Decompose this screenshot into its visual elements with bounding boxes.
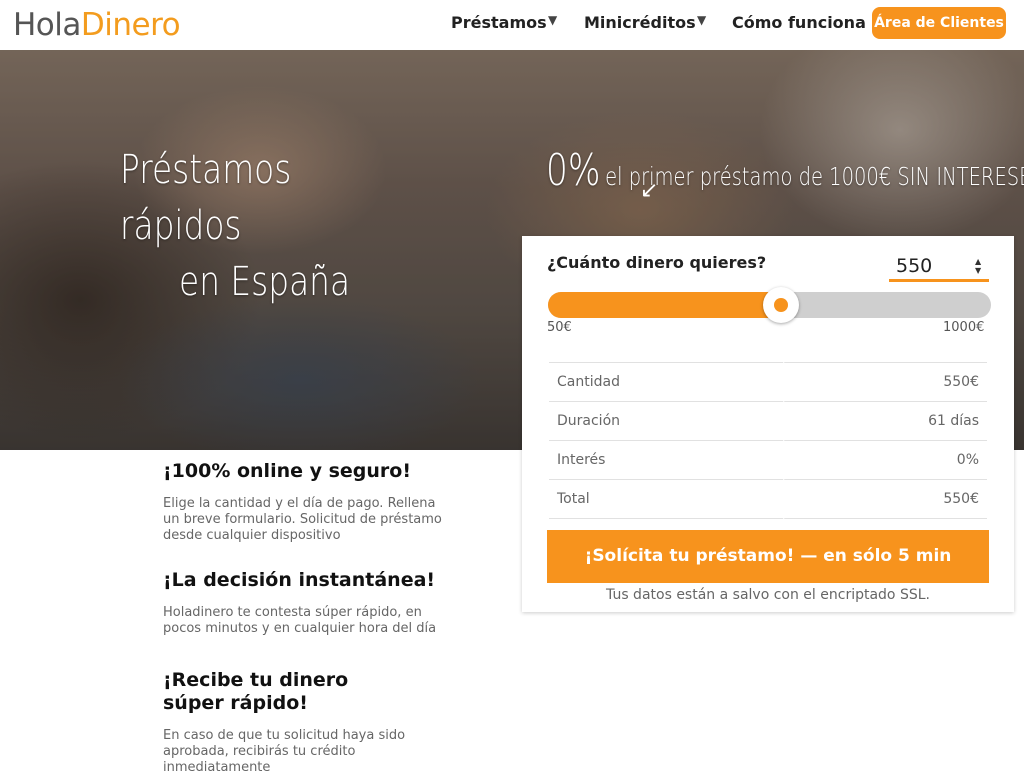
- nav-prestamos[interactable]: Préstamos: [451, 12, 547, 34]
- nav-como-funciona[interactable]: Cómo funciona: [732, 12, 866, 34]
- holadinero-logo[interactable]: HolaDinero: [13, 6, 181, 44]
- feature-text: Elige la cantidad y el día de pago. Rell…: [163, 496, 442, 543]
- logo-text-hola: Hola: [13, 7, 81, 43]
- loan-calculator: ¿Cuánto dinero quieres? ▲▼ 50€ 1000€ Can…: [522, 236, 1014, 612]
- promo-percentage: 0%: [546, 145, 601, 196]
- logo-text-dinero: Dinero: [80, 7, 181, 43]
- amount-slider-fill: [548, 292, 792, 318]
- table-row: Cantidad 550€: [549, 362, 987, 401]
- promo-text: el primer préstamo de 1000€ SIN INTERESE…: [605, 162, 1024, 191]
- ssl-notice: Tus datos están a salvo con el encriptad…: [606, 587, 930, 603]
- summary-label: Interés: [549, 440, 783, 479]
- chevron-down-icon[interactable]: ▼: [548, 13, 557, 27]
- feature-title: ¡La decisión instantánea!: [163, 569, 436, 591]
- feature-title: ¡Recibe tu dinero súper rápido!: [163, 669, 349, 714]
- amount-question-label: ¿Cuánto dinero quieres?: [547, 253, 767, 272]
- summary-value: 550€: [782, 479, 987, 519]
- table-row: Interés 0%: [549, 440, 987, 479]
- summary-label: Total: [549, 479, 783, 519]
- summary-value: 550€: [782, 362, 987, 401]
- summary-value: 61 días: [782, 401, 987, 440]
- feature-title: ¡100% online y seguro!: [163, 460, 412, 482]
- feature-text: Holadinero te contesta súper rápido, en …: [163, 605, 437, 636]
- chevron-down-icon[interactable]: ▼: [697, 13, 706, 27]
- summary-label: Cantidad: [549, 362, 783, 401]
- summary-value: 0%: [782, 440, 987, 479]
- table-row: Duración 61 días: [549, 401, 987, 440]
- hero-title-line1: Préstamos rápidos: [120, 147, 292, 249]
- table-row: Total 550€: [549, 479, 987, 519]
- loan-summary-table: Cantidad 550€ Duración 61 días Interés 0…: [549, 362, 987, 519]
- hero-title-line2: en España: [179, 259, 351, 305]
- hero-title: Préstamos rápidos en España: [120, 142, 366, 310]
- feature-text: En caso de que tu solicitud haya sido ap…: [163, 728, 406, 775]
- amount-stepper-icon[interactable]: ▲ ▼: [975, 257, 981, 275]
- nav-minicreditos[interactable]: Minicréditos: [584, 12, 696, 34]
- site-header: HolaDinero Préstamos ▼ Minicréditos ▼ Có…: [0, 0, 1024, 50]
- slider-min-label: 50€: [547, 320, 572, 335]
- client-area-button[interactable]: Área de Clientes: [872, 7, 1006, 39]
- promo-banner: 0% el primer préstamo de 1000€ SIN INTERE…: [546, 145, 1024, 196]
- apply-loan-button[interactable]: ¡Solícita tu préstamo! — en sólo 5 min: [547, 530, 989, 583]
- slider-max-label: 1000€: [943, 320, 985, 335]
- amount-input[interactable]: [889, 252, 989, 282]
- arrow-down-left-icon: ↙: [640, 178, 659, 203]
- amount-slider-handle[interactable]: [763, 287, 800, 323]
- summary-label: Duración: [549, 401, 783, 440]
